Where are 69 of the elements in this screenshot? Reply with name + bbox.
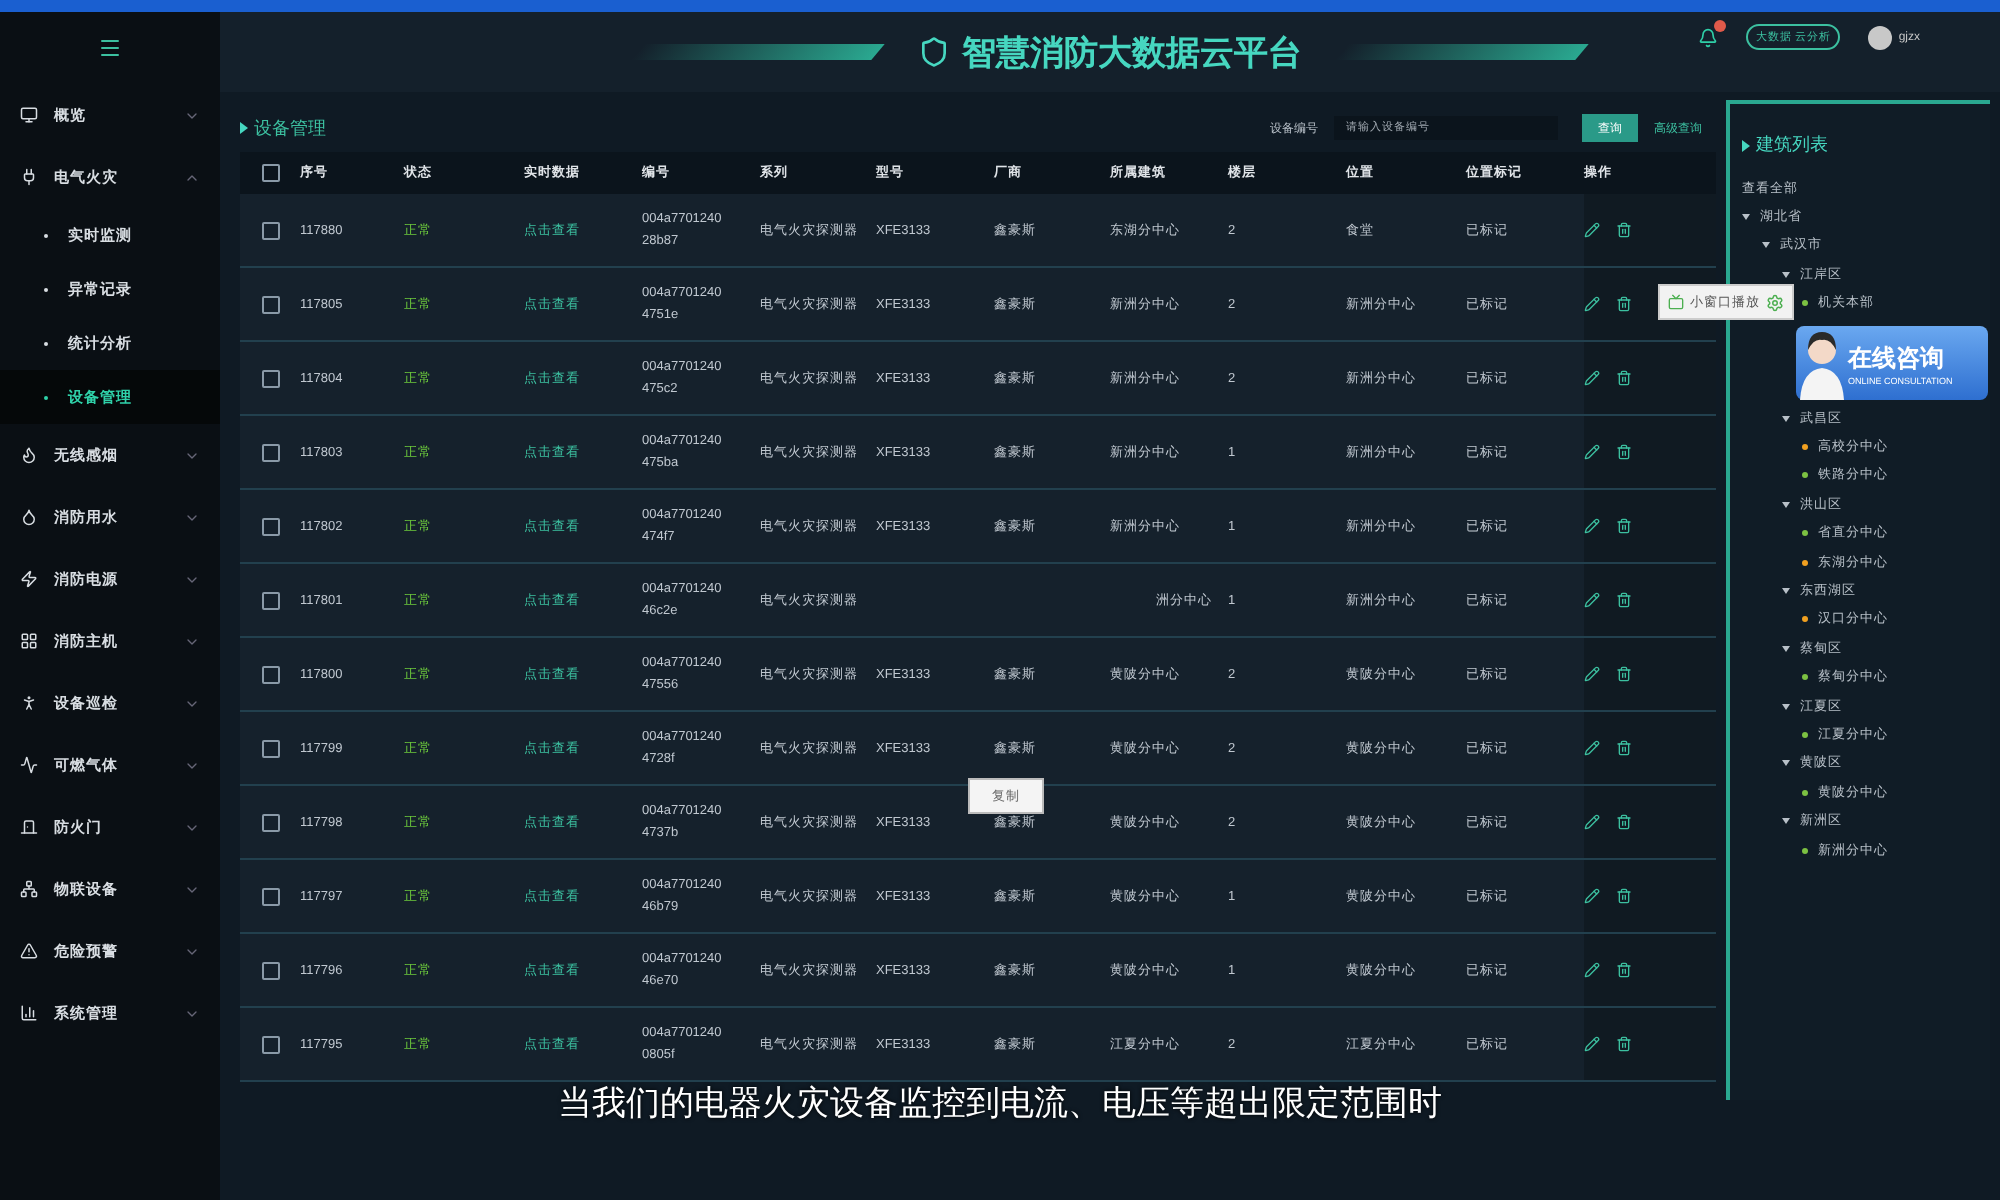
menu-item-icon: [20, 880, 38, 898]
checkbox[interactable]: [261, 591, 279, 609]
caret-icon: [1742, 214, 1750, 221]
checkbox[interactable]: [261, 887, 279, 905]
menu-item-icon: [20, 632, 38, 650]
checkbox[interactable]: [261, 665, 279, 683]
menu-item-icon: [20, 818, 38, 836]
checkbox[interactable]: [261, 443, 279, 461]
panel-title: 建筑列表: [1742, 132, 1978, 158]
banner-title: 在线咨询: [1848, 341, 1944, 375]
delete-icon[interactable]: [1616, 444, 1632, 460]
checkbox[interactable]: [261, 295, 279, 313]
delete-icon[interactable]: [1616, 518, 1632, 534]
delete-icon[interactable]: [1616, 296, 1632, 312]
caret-icon: [1782, 501, 1790, 508]
menu-item-icon: [20, 508, 38, 526]
checkbox[interactable]: [261, 813, 279, 831]
edit-icon[interactable]: [1584, 666, 1600, 682]
edit-icon[interactable]: [1584, 962, 1600, 978]
menu-item-icon: [20, 942, 38, 960]
delete-icon[interactable]: [1616, 814, 1632, 830]
delete-icon[interactable]: [1616, 222, 1632, 238]
caret-icon: [1782, 271, 1790, 278]
delete-icon[interactable]: [1616, 962, 1632, 978]
app-title: 智慧消防大数据云平台: [962, 31, 1302, 75]
menu-item-icon: [20, 756, 38, 774]
page-title: 设备管理: [240, 115, 1254, 141]
edit-icon[interactable]: [1584, 296, 1600, 312]
checkbox[interactable]: [261, 961, 279, 979]
menu-item-icon: [20, 446, 38, 464]
edit-icon[interactable]: [1584, 1036, 1600, 1052]
tv-icon: [1668, 294, 1684, 310]
delete-icon[interactable]: [1616, 740, 1632, 756]
edit-icon[interactable]: [1584, 444, 1600, 460]
edit-icon[interactable]: [1584, 814, 1600, 830]
person-figure: [1796, 326, 1848, 400]
caret-icon: [1782, 760, 1790, 767]
caret-icon: [1782, 703, 1790, 710]
caret-icon: [1782, 587, 1790, 594]
edit-icon[interactable]: [1584, 592, 1600, 608]
caret-icon: [1782, 645, 1790, 652]
video-subtitle: 当我们的电器火灾设备监控到电流、电压等超出限定范围时: [558, 1084, 1442, 1122]
checkbox[interactable]: [261, 369, 279, 387]
edit-icon[interactable]: [1584, 370, 1600, 386]
checkbox[interactable]: [261, 164, 279, 182]
edit-icon[interactable]: [1584, 740, 1600, 756]
caret-icon: [1762, 242, 1770, 249]
menu-item-icon: [20, 106, 38, 124]
caret-icon: [1782, 818, 1790, 825]
delete-icon[interactable]: [1616, 1036, 1632, 1052]
menu-item-icon: [20, 168, 38, 186]
edit-icon[interactable]: [1584, 888, 1600, 904]
caret-icon: [1782, 415, 1790, 422]
menu-icon[interactable]: [98, 36, 122, 60]
edit-icon[interactable]: [1584, 518, 1600, 534]
delete-icon[interactable]: [1616, 592, 1632, 608]
checkbox[interactable]: [261, 739, 279, 757]
edit-icon[interactable]: [1584, 222, 1600, 238]
shield-icon: [918, 36, 950, 68]
menu-item-icon: [20, 1004, 38, 1022]
menu-item-icon: [20, 694, 38, 712]
avatar[interactable]: [1868, 25, 1893, 49]
checkbox[interactable]: [261, 517, 279, 535]
checkbox[interactable]: [261, 1035, 279, 1053]
delete-icon[interactable]: [1616, 666, 1632, 682]
delete-icon[interactable]: [1616, 370, 1632, 386]
checkbox[interactable]: [261, 221, 279, 239]
menu-item-icon: [20, 570, 38, 588]
delete-icon[interactable]: [1616, 888, 1632, 904]
